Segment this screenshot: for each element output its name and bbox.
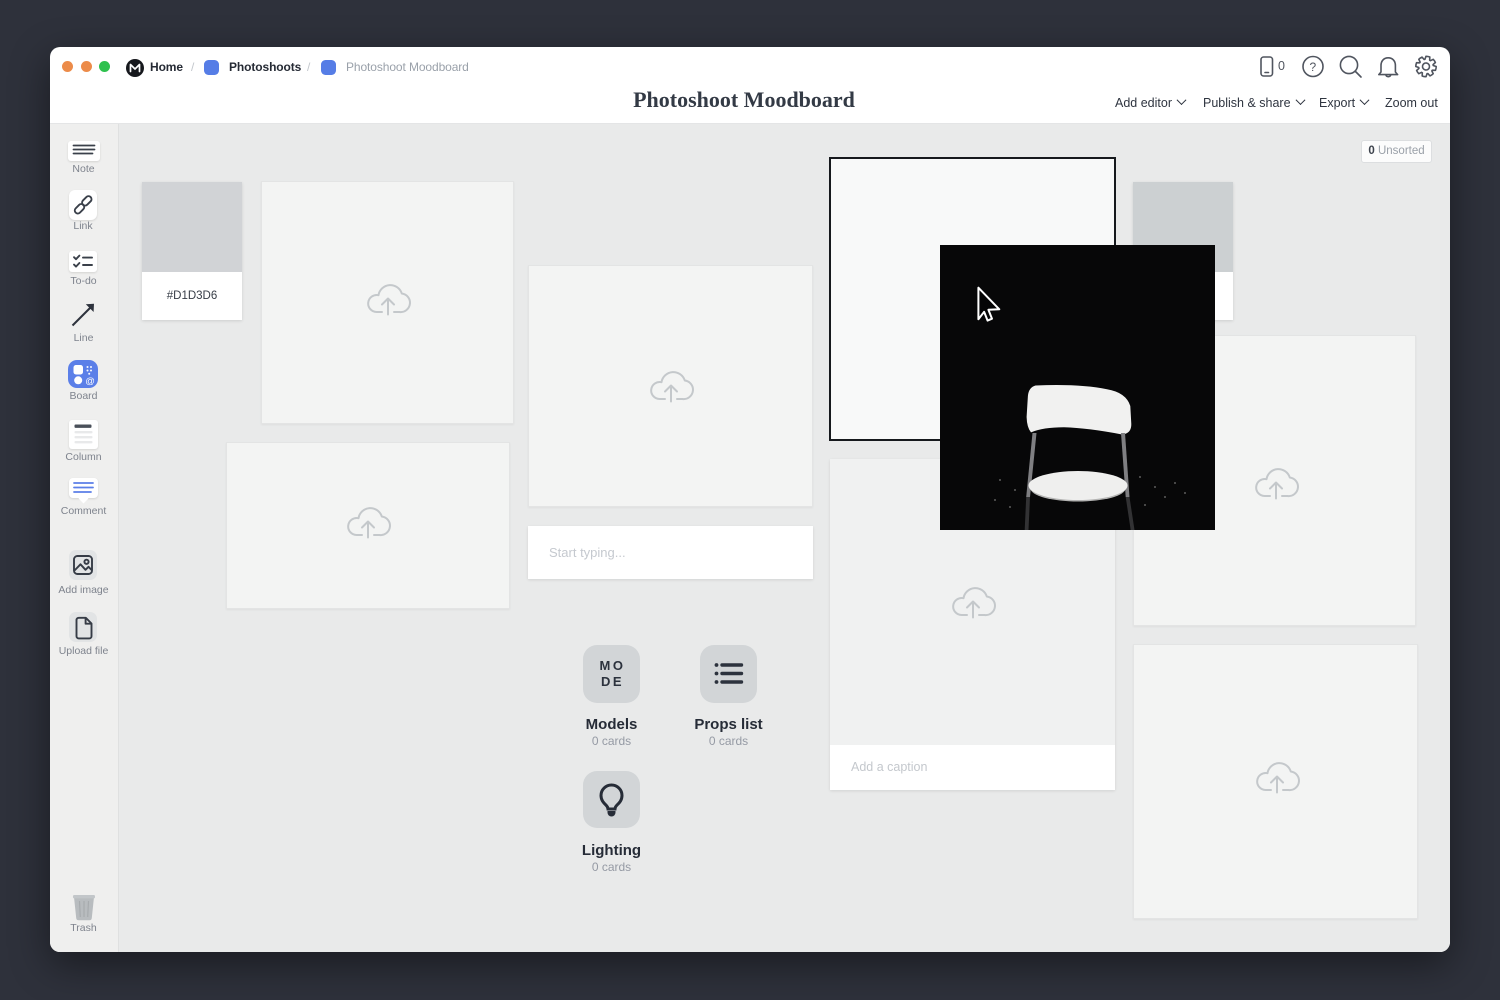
svg-text:@: @ [85,376,95,387]
